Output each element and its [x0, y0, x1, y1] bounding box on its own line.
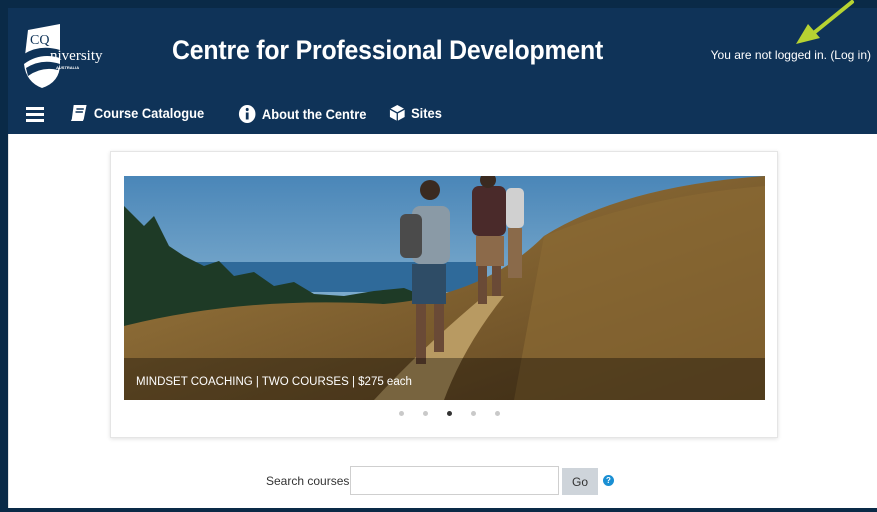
hamburger-menu-icon[interactable]: [26, 106, 44, 122]
login-info: You are not logged in. (Log in): [711, 48, 871, 62]
cqu-logo[interactable]: CQ niversity AUSTRALIA: [20, 24, 130, 88]
help-icon[interactable]: ?: [603, 475, 614, 486]
carousel-card: MINDSET COACHING | TWO COURSES | $275 ea…: [110, 151, 778, 438]
book-icon: [70, 105, 87, 121]
carousel-caption: MINDSET COACHING | TWO COURSES | $275 ea…: [124, 358, 765, 400]
carousel-dot[interactable]: [398, 411, 404, 416]
search-input[interactable]: [350, 466, 559, 495]
nav-course-catalogue[interactable]: Course Catalogue: [70, 104, 204, 122]
carousel-indicators: [111, 411, 779, 421]
carousel-dot[interactable]: [494, 411, 500, 416]
svg-text:CQ: CQ: [30, 33, 49, 48]
svg-text:niversity: niversity: [50, 48, 103, 64]
login-status-text: You are not logged in.: [710, 48, 831, 62]
screenshot-frame: CQ niversity AUSTRALIA Centre for Profes…: [0, 0, 877, 512]
nav-label: Sites: [411, 105, 442, 121]
svg-text:AUSTRALIA: AUSTRALIA: [56, 65, 79, 70]
hiker-back: [506, 188, 524, 278]
carousel-dot[interactable]: [470, 411, 476, 416]
go-button[interactable]: Go: [562, 468, 598, 495]
page: CQ niversity AUSTRALIA Centre for Profes…: [8, 8, 877, 508]
nav-label: Course Catalogue: [93, 105, 205, 121]
course-search: Search courses Go ?: [8, 466, 877, 496]
carousel-dot[interactable]: [422, 411, 428, 416]
carousel-dot-active[interactable]: [446, 411, 452, 416]
site-title: Centre for Professional Development: [172, 35, 604, 65]
caption-text: MINDSET COACHING | TWO COURSES | $275 ea…: [136, 376, 412, 388]
login-link[interactable]: (Log in): [830, 48, 871, 62]
carousel-slide[interactable]: MINDSET COACHING | TWO COURSES | $275 ea…: [124, 176, 765, 400]
nav-label: About the Centre: [261, 106, 367, 122]
nav-sites[interactable]: Sites: [389, 104, 442, 122]
info-icon: [238, 105, 256, 123]
navbar: Course Catalogue About the Centre Sites: [8, 92, 877, 134]
site-header: CQ niversity AUSTRALIA Centre for Profes…: [8, 8, 877, 92]
search-label: Search courses: [266, 474, 350, 488]
cube-icon: [389, 105, 405, 121]
nav-about-centre[interactable]: About the Centre: [238, 104, 366, 124]
annotation-arrow-icon: [796, 0, 854, 44]
